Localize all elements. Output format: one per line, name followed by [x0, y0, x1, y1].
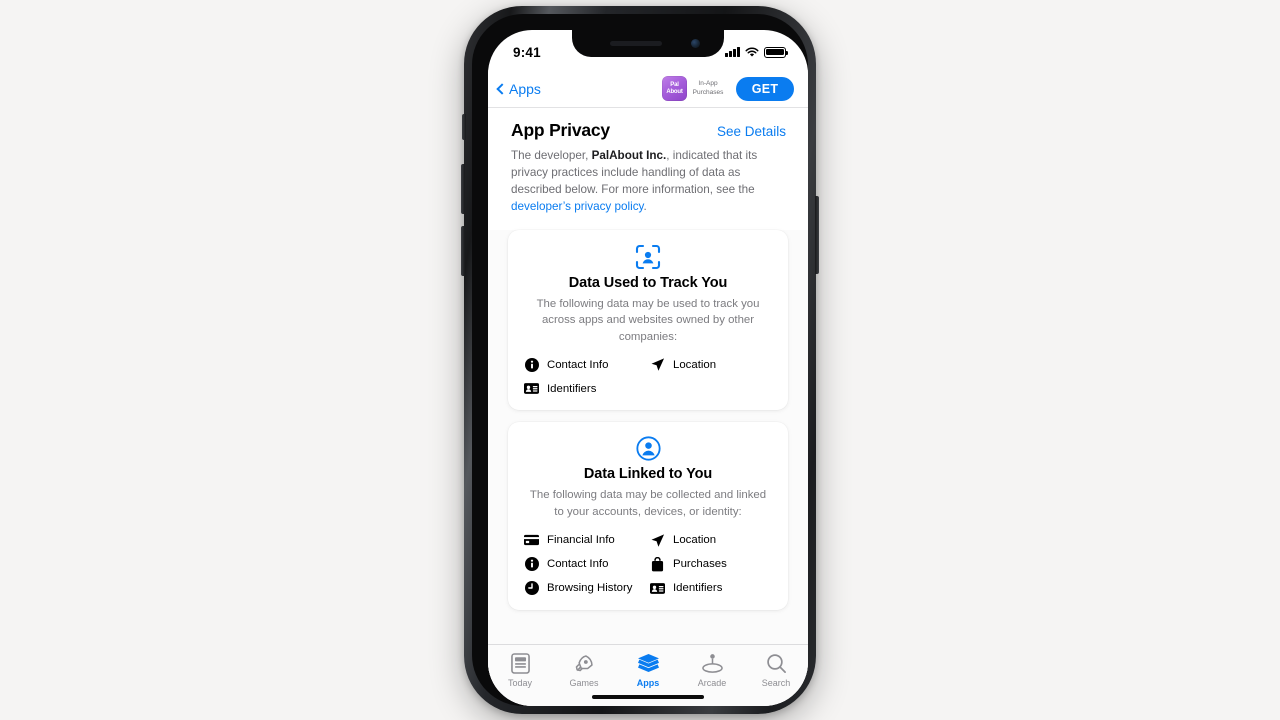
- data-item-identifiers: Identifiers: [524, 381, 646, 396]
- card-description: The following data may be collected and …: [529, 489, 767, 518]
- desc-part3: .: [643, 199, 647, 213]
- front-camera-icon: [691, 39, 700, 48]
- earpiece-speaker-icon: [610, 41, 662, 46]
- clock-icon: [524, 581, 539, 596]
- data-item-location: Location: [650, 533, 772, 548]
- data-used-to-track-card: Data Used to Track You The following dat…: [508, 229, 788, 411]
- data-types-grid: Financial Info Location Contact Info Pur…: [522, 533, 774, 596]
- joystick-icon: [701, 651, 724, 675]
- tab-games[interactable]: Games: [552, 651, 616, 688]
- rocket-icon: [574, 651, 595, 675]
- in-app-purchases-label: In-App Purchases: [692, 80, 724, 96]
- id-card-icon: [524, 381, 539, 396]
- desc-part1: The developer,: [511, 149, 592, 162]
- info-circle-icon: [524, 557, 539, 572]
- data-types-grid: Contact Info Location Identifiers: [522, 357, 774, 396]
- status-bar-time: 9:41: [513, 44, 541, 60]
- data-item-label: Contact Info: [547, 358, 609, 371]
- tab-label: Games: [569, 678, 599, 688]
- privacy-description: The developer, PalAbout Inc., indicated …: [488, 141, 808, 230]
- card-icon-wrap: [522, 436, 774, 462]
- data-item-financial-info: Financial Info: [524, 533, 646, 548]
- phone-screen: 9:41 Apps Pal About In-App Purchases GET…: [488, 30, 808, 706]
- data-item-label: Identifiers: [673, 582, 723, 595]
- data-item-label: Location: [673, 534, 717, 547]
- data-item-contact-info: Contact Info: [524, 557, 646, 572]
- chevron-left-icon: [496, 82, 508, 95]
- data-item-label: Location: [673, 358, 717, 371]
- shopping-bag-icon: [650, 556, 665, 572]
- page-title: App Privacy: [511, 120, 610, 140]
- nav-bar-actions: In-App Purchases GET: [687, 76, 794, 101]
- card-title: Data Linked to You: [583, 466, 713, 483]
- battery-full-icon: [764, 46, 789, 58]
- person-circle-icon: [635, 436, 661, 462]
- tab-search[interactable]: Search: [744, 651, 808, 688]
- id-card-icon: [650, 581, 665, 596]
- card-title: Data Used to Track You: [568, 274, 728, 291]
- device-bezel: 9:41 Apps Pal About In-App Purchases GET…: [472, 14, 808, 706]
- mute-switch-button[interactable]: [462, 114, 466, 140]
- developer-name: PalAbout Inc.: [591, 149, 667, 162]
- data-linked-to-you-card: Data Linked to You The following data ma…: [508, 422, 788, 610]
- data-item-label: Identifiers: [547, 382, 597, 395]
- tab-label: Search: [761, 678, 791, 688]
- get-button[interactable]: GET: [736, 76, 794, 101]
- app-privacy-content: App Privacy See Details The developer, P…: [488, 108, 808, 706]
- wifi-icon: [745, 47, 759, 57]
- credit-card-icon: [524, 533, 539, 548]
- card-description: The following data may be used to track …: [536, 297, 760, 343]
- iphone-device-frame: 9:41 Apps Pal About In-App Purchases GET…: [461, 6, 819, 714]
- privacy-policy-link[interactable]: developer’s privacy policy: [511, 200, 644, 213]
- search-icon: [766, 651, 787, 675]
- today-card-icon: [510, 651, 530, 675]
- location-arrow-icon: [650, 533, 665, 548]
- signal-bars-icon: [725, 47, 740, 57]
- data-item-purchases: Purchases: [650, 556, 772, 572]
- data-item-label: Browsing History: [547, 582, 633, 595]
- location-arrow-icon: [650, 357, 665, 372]
- volume-up-button[interactable]: [461, 164, 465, 214]
- navigation-bar: Apps Pal About In-App Purchases GET: [488, 70, 808, 108]
- back-to-apps-button[interactable]: Apps: [496, 80, 541, 97]
- data-item-identifiers: Identifiers: [650, 581, 772, 596]
- home-indicator[interactable]: [592, 694, 704, 699]
- tab-arcade[interactable]: Arcade: [680, 651, 744, 688]
- data-item-label: Financial Info: [547, 534, 615, 547]
- tab-label: Apps: [636, 678, 660, 688]
- notch: [572, 30, 724, 57]
- layers-icon: [637, 651, 660, 675]
- app-icon-line2: About: [666, 88, 683, 95]
- tab-today[interactable]: Today: [488, 651, 552, 688]
- back-button-label: Apps: [509, 80, 541, 97]
- track-person-viewfinder-icon: [635, 244, 661, 269]
- tab-label: Arcade: [697, 678, 727, 688]
- power-button[interactable]: [815, 196, 819, 274]
- volume-down-button[interactable]: [461, 226, 465, 276]
- data-item-label: Purchases: [673, 558, 727, 571]
- status-bar-icons: [725, 43, 789, 58]
- data-item-browsing-history: Browsing History: [524, 581, 646, 596]
- data-item-contact-info: Contact Info: [524, 357, 646, 372]
- card-icon-wrap: [522, 244, 774, 270]
- app-privacy-header: App Privacy See Details: [488, 108, 808, 141]
- data-item-location: Location: [650, 357, 772, 372]
- data-item-label: Contact Info: [547, 558, 609, 571]
- see-details-link[interactable]: See Details: [717, 124, 786, 139]
- tab-label: Today: [507, 678, 533, 688]
- tab-apps[interactable]: Apps: [616, 651, 680, 688]
- app-icon[interactable]: Pal About: [662, 76, 687, 101]
- info-circle-icon: [524, 357, 539, 372]
